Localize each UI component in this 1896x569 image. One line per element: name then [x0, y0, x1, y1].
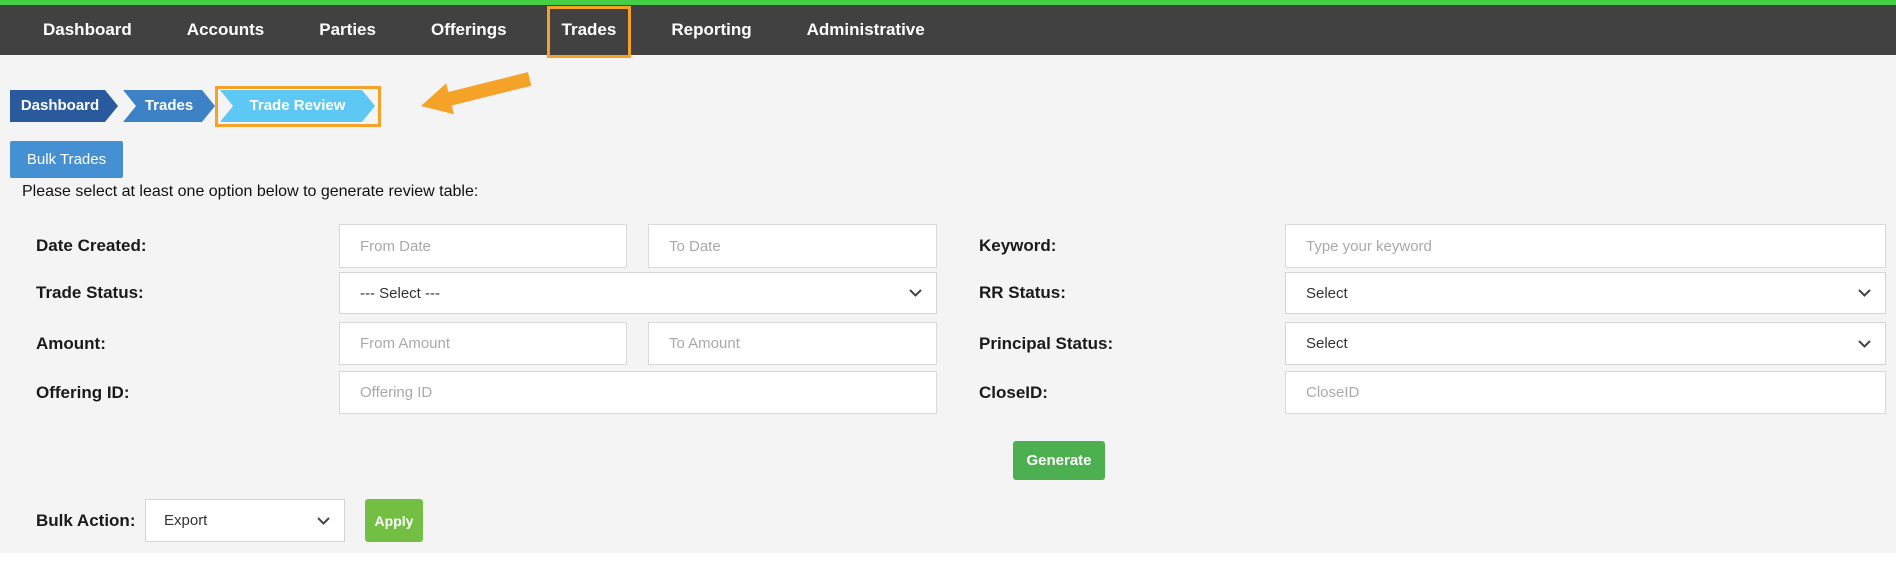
trade-status-select-value: --- Select --- [360, 284, 440, 302]
nav-item-offerings[interactable]: Offerings [431, 5, 507, 55]
chevron-down-icon [1858, 289, 1871, 297]
chevron-down-icon [909, 289, 922, 297]
trade-status-select[interactable]: --- Select --- [339, 272, 937, 314]
closeid-input[interactable] [1285, 371, 1886, 414]
nav-item-reporting[interactable]: Reporting [671, 5, 751, 55]
breadcrumb-item-trade-review-wrap: Trade Review [215, 86, 381, 127]
principal-status-select-value: Select [1306, 335, 1348, 352]
from-amount-input[interactable] [339, 322, 627, 365]
rr-status-label: RR Status: [979, 283, 1066, 302]
chevron-down-icon [1858, 339, 1871, 348]
breadcrumb-item-trades[interactable]: Trades [123, 90, 215, 122]
nav-item-parties[interactable]: Parties [319, 5, 376, 55]
bulk-action-select[interactable]: Export [145, 499, 345, 542]
page: Dashboard Accounts Parties Offerings Tra… [0, 0, 1896, 569]
breadcrumb: Dashboard Trades Trade Review [10, 86, 381, 127]
annotation-arrow-icon [421, 72, 532, 115]
trade-status-label: Trade Status: [36, 283, 144, 302]
keyword-input[interactable] [1285, 224, 1886, 268]
generate-button[interactable]: Generate [1013, 441, 1105, 480]
bulk-action-select-value: Export [164, 512, 208, 529]
nav-item-dashboard[interactable]: Dashboard [43, 5, 132, 55]
offering-id-input[interactable] [339, 371, 937, 414]
breadcrumb-item-dashboard[interactable]: Dashboard [10, 90, 118, 122]
keyword-label: Keyword: [979, 236, 1057, 255]
chevron-down-icon [317, 516, 330, 525]
closeid-label: CloseID: [979, 383, 1048, 402]
offering-id-label: Offering ID: [36, 383, 130, 402]
principal-status-select[interactable]: Select [1285, 322, 1886, 365]
instruction-text: Please select at least one option below … [22, 183, 479, 200]
nav-item-trades-label: Trades [561, 20, 617, 39]
to-amount-input[interactable] [648, 322, 937, 365]
from-date-input[interactable] [339, 224, 627, 268]
amount-label: Amount: [36, 334, 106, 353]
rr-status-select[interactable]: Select [1285, 272, 1886, 314]
rr-status-select-value: Select [1306, 284, 1348, 302]
nav-item-accounts[interactable]: Accounts [187, 5, 264, 55]
bulk-action-label: Bulk Action: [36, 511, 136, 530]
apply-button[interactable]: Apply [365, 499, 423, 542]
bulk-trades-button[interactable]: Bulk Trades [10, 141, 123, 178]
top-navbar: Dashboard Accounts Parties Offerings Tra… [0, 5, 1896, 58]
principal-status-label: Principal Status: [979, 334, 1114, 353]
nav-item-trades[interactable]: Trades [546, 5, 632, 58]
breadcrumb-item-trade-review[interactable]: Trade Review [220, 90, 375, 122]
to-date-input[interactable] [648, 224, 937, 268]
date-created-label: Date Created: [36, 236, 147, 255]
nav-item-administrative[interactable]: Administrative [807, 5, 925, 55]
